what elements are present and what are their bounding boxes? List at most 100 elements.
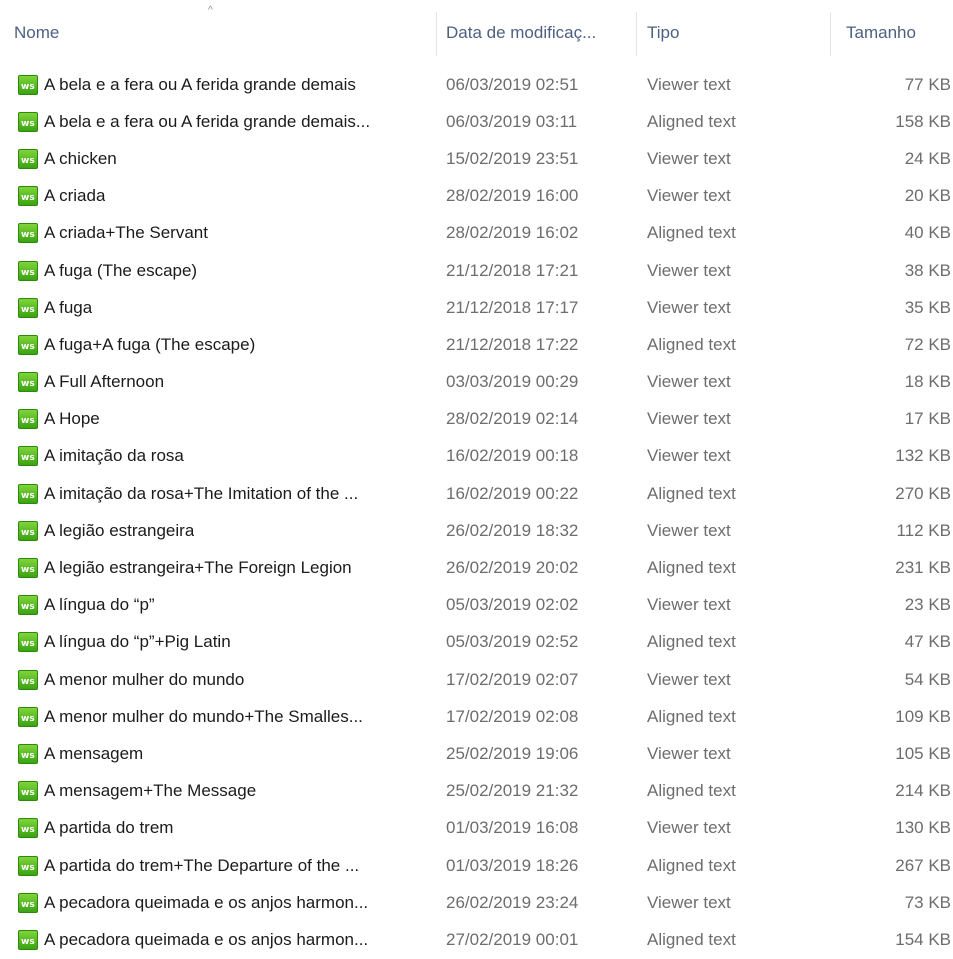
file-row[interactable]: ws A legião estrangeira+The Foreign Legio… — [0, 549, 953, 586]
file-name-cell[interactable]: ws A legião estrangeira+The Foreign Legio… — [18, 549, 430, 586]
file-name-cell[interactable]: ws A partida do trem+The Departure of the… — [18, 847, 430, 884]
file-name-cell[interactable]: ws A bela e a fera ou A ferida grande dem… — [18, 66, 430, 103]
file-row[interactable]: ws A mensagem 25/02/2019 19:06 Viewer text 1… — [0, 735, 953, 772]
file-name-cell[interactable]: ws A Full Afternoon — [18, 364, 430, 401]
file-row[interactable]: ws A fuga (The escape) 21/12/2018 17:21 Vie… — [0, 252, 953, 289]
file-name: A fuga+A fuga (The escape) — [44, 334, 256, 354]
file-modified-date: 28/02/2019 16:02 — [446, 223, 579, 243]
file-size: 214 KB — [895, 781, 951, 801]
ws-file-icon: ws — [18, 111, 38, 132]
file-type: Viewer text — [647, 595, 731, 615]
file-row[interactable]: ws A menor mulher do mundo 17/02/2019 02:0… — [0, 661, 953, 698]
file-row[interactable]: ws A chicken 15/02/2019 23:51 Viewer text 24… — [0, 140, 953, 177]
file-row[interactable]: ws A partida do trem+The Departure of the… — [0, 847, 953, 884]
file-row[interactable]: ws A bela e a fera ou A ferida grande dem… — [0, 103, 953, 140]
file-row[interactable]: ws A imitação da rosa 16/02/2019 00:18 View… — [0, 438, 953, 475]
file-name-cell[interactable]: ws A criada+The Servant — [18, 215, 430, 252]
file-type: Viewer text — [647, 669, 731, 689]
file-modified-date: 27/02/2019 00:01 — [446, 929, 579, 949]
file-name-cell[interactable]: ws A língua do “p”+Pig Latin — [18, 624, 430, 661]
ws-file-icon: ws — [18, 409, 38, 430]
file-name-cell[interactable]: ws A mensagem — [18, 735, 430, 772]
file-name-cell[interactable]: ws A fuga+A fuga (The escape) — [18, 326, 430, 363]
file-name-cell[interactable]: ws A imitação da rosa — [18, 438, 430, 475]
file-type: Aligned text — [647, 706, 736, 726]
file-modified-date: 16/02/2019 00:22 — [446, 483, 579, 503]
file-size: 18 KB — [904, 372, 951, 392]
file-name-cell[interactable]: ws A mensagem+The Message — [18, 773, 430, 810]
file-size: 17 KB — [904, 409, 951, 429]
file-row[interactable]: ws A língua do “p” 05/03/2019 02:02 Viewer … — [0, 587, 953, 624]
column-header-type[interactable]: Tipo — [647, 0, 827, 66]
file-name-cell[interactable]: ws A legião estrangeira — [18, 512, 430, 549]
file-row[interactable]: ws A partida do trem 01/03/2019 16:08 Viewe… — [0, 810, 953, 847]
file-name-cell[interactable]: ws A menor mulher do mundo — [18, 661, 430, 698]
file-name: A fuga — [44, 297, 93, 317]
column-header-name[interactable]: Nome — [14, 0, 434, 66]
file-name: A língua do “p” — [44, 595, 155, 615]
file-size: 77 KB — [904, 74, 951, 94]
file-row[interactable]: ws A legião estrangeira 26/02/2019 18:32 Vi… — [0, 512, 953, 549]
file-row[interactable]: ws A criada+The Servant 28/02/2019 16:02 Al… — [0, 215, 953, 252]
ws-file-icon: ws — [18, 372, 38, 393]
file-name-cell[interactable]: ws A fuga (The escape) — [18, 252, 430, 289]
file-row[interactable]: ws A fuga 21/12/2018 17:17 Viewer text 35 KB — [0, 289, 953, 326]
file-size: 72 KB — [904, 334, 951, 354]
file-row[interactable]: ws A Hope 28/02/2019 02:14 Viewer text 17 KB — [0, 401, 953, 438]
file-modified-date: 25/02/2019 19:06 — [446, 743, 579, 763]
ws-file-icon: ws — [18, 297, 38, 318]
file-row[interactable]: ws A fuga+A fuga (The escape) 21/12/2018 1… — [0, 326, 953, 363]
column-divider[interactable] — [436, 12, 437, 56]
file-modified-date: 05/03/2019 02:52 — [446, 632, 579, 652]
file-name-cell[interactable]: ws A Hope — [18, 401, 430, 438]
ws-file-icon: ws — [18, 223, 38, 244]
file-row[interactable]: ws A língua do “p”+Pig Latin 05/03/2019 02… — [0, 624, 953, 661]
file-row[interactable]: ws A bela e a fera ou A ferida grande dem… — [0, 66, 953, 103]
file-modified-date: 03/03/2019 00:29 — [446, 372, 579, 392]
file-size: 20 KB — [904, 186, 951, 206]
column-divider[interactable] — [636, 12, 637, 56]
file-name-cell[interactable]: ws A língua do “p” — [18, 587, 430, 624]
file-type: Aligned text — [647, 558, 736, 578]
file-modified-date: 15/02/2019 23:51 — [446, 148, 579, 168]
file-size: 105 KB — [895, 743, 951, 763]
file-type: Aligned text — [647, 781, 736, 801]
ws-file-icon: ws — [18, 632, 38, 653]
file-row[interactable]: ws A mensagem+The Message 25/02/2019 21:32… — [0, 773, 953, 810]
file-row[interactable]: ws A criada 28/02/2019 16:00 Viewer text 20 … — [0, 178, 953, 215]
file-name-cell[interactable]: ws A menor mulher do mundo+The Smalles... — [18, 698, 430, 735]
file-row[interactable]: ws A imitação da rosa+The Imitation of th… — [0, 475, 953, 512]
file-size: 47 KB — [904, 632, 951, 652]
file-modified-date: 26/02/2019 20:02 — [446, 558, 579, 578]
file-modified-date: 06/03/2019 02:51 — [446, 74, 579, 94]
file-row[interactable]: ws A menor mulher do mundo+The Smalles...… — [0, 698, 953, 735]
ws-file-icon: ws — [18, 743, 38, 764]
file-name-cell[interactable]: ws A pecadora queimada e os anjos harmon.… — [18, 921, 430, 958]
file-type: Aligned text — [647, 855, 736, 875]
file-type: Viewer text — [647, 409, 731, 429]
file-row[interactable]: ws A pecadora queimada e os anjos harmon.… — [0, 884, 953, 921]
file-name-cell[interactable]: ws A partida do trem — [18, 810, 430, 847]
ws-file-icon: ws — [18, 669, 38, 690]
column-header-size[interactable]: Tamanho — [846, 0, 951, 66]
file-name-cell[interactable]: ws A bela e a fera ou A ferida grande dem… — [18, 103, 430, 140]
ws-file-icon: ws — [18, 74, 38, 95]
file-name-cell[interactable]: ws A pecadora queimada e os anjos harmon.… — [18, 884, 430, 921]
file-name-cell[interactable]: ws A chicken — [18, 140, 430, 177]
column-header-date[interactable]: Data de modificaç... — [446, 0, 636, 66]
file-name: A imitação da rosa+The Imitation of the … — [44, 483, 359, 503]
file-name: A legião estrangeira+The Foreign Legion — [44, 558, 352, 578]
file-name-cell[interactable]: ws A criada — [18, 178, 430, 215]
file-name-cell[interactable]: ws A imitação da rosa+The Imitation of th… — [18, 475, 430, 512]
ws-file-icon: ws — [18, 818, 38, 839]
file-name-cell[interactable]: ws A fuga — [18, 289, 430, 326]
file-size: 231 KB — [895, 558, 951, 578]
file-modified-date: 06/03/2019 03:11 — [446, 111, 578, 131]
ws-file-icon: ws — [18, 929, 38, 950]
file-row[interactable]: ws A Full Afternoon 03/03/2019 00:29 Viewer… — [0, 364, 953, 401]
column-divider[interactable] — [830, 12, 831, 56]
file-row[interactable]: ws A pecadora queimada e os anjos harmon.… — [0, 921, 953, 958]
ws-file-icon: ws — [18, 855, 38, 876]
file-type: Aligned text — [647, 929, 736, 949]
file-name: A mensagem+The Message — [44, 781, 257, 801]
